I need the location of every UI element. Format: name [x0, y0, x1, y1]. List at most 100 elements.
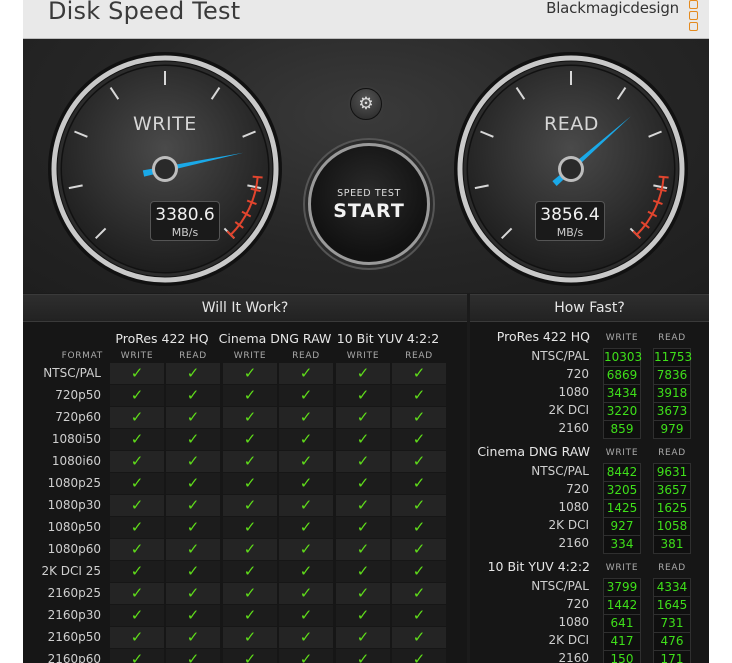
settings-button[interactable]: ⚙	[350, 88, 382, 120]
format-label: 1080i50	[51, 432, 101, 446]
compatibility-cell: ✓	[166, 495, 220, 516]
checkmark-icon: ✓	[412, 628, 426, 646]
checkmark-icon: ✓	[243, 430, 257, 448]
speed-row-label: 1080	[558, 615, 589, 629]
checkmark-icon: ✓	[412, 650, 426, 663]
write-fps-value: 3205	[603, 481, 641, 500]
checkmark-icon: ✓	[130, 606, 144, 624]
compatibility-cell: ✓	[110, 539, 164, 560]
checkmark-icon: ✓	[412, 584, 426, 602]
compatibility-cell: ✓	[166, 627, 220, 648]
checkmark-icon: ✓	[243, 584, 257, 602]
checkmark-icon: ✓	[243, 474, 257, 492]
read-fps-value: 171	[653, 650, 691, 663]
speed-row-label: 720	[566, 597, 589, 611]
column-header-read: READ	[292, 351, 320, 361]
codec-header: ProRes 422 HQ	[115, 331, 209, 346]
checkmark-icon: ✓	[356, 650, 370, 663]
brand-logo: Blackmagicdesign	[546, 0, 679, 17]
app-title: Disk Speed Test	[48, 0, 241, 25]
checkmark-icon: ✓	[356, 606, 370, 624]
checkmark-icon: ✓	[356, 540, 370, 558]
compatibility-cell: ✓	[392, 605, 446, 626]
write-fps-value: 3220	[603, 402, 641, 421]
write-speed-readout: 3380.6 MB/s	[150, 201, 220, 241]
compatibility-cell: ✓	[279, 649, 333, 663]
checkmark-icon: ✓	[412, 386, 426, 404]
app-window: Disk Speed Test Blackmagicdesign WRITE 3…	[23, 0, 709, 663]
compatibility-cell: ✓	[392, 429, 446, 450]
checkmark-icon: ✓	[130, 628, 144, 646]
write-fps-value: 334	[603, 535, 641, 554]
checkmark-icon: ✓	[243, 408, 257, 426]
read-fps-value: 3673	[653, 402, 691, 421]
column-header-read: READ	[658, 448, 686, 458]
checkmark-icon: ✓	[356, 496, 370, 514]
checkmark-icon: ✓	[299, 606, 313, 624]
compatibility-cell: ✓	[166, 517, 220, 538]
speed-group-title: 10 Bit YUV 4:2:2	[487, 559, 590, 574]
compatibility-cell: ✓	[279, 407, 333, 428]
compatibility-cell: ✓	[166, 407, 220, 428]
how-fast-title: How Fast?	[470, 295, 709, 322]
compatibility-cell: ✓	[166, 473, 220, 494]
read-fps-value: 11753	[653, 348, 692, 367]
compatibility-cell: ✓	[336, 627, 390, 648]
compatibility-cell: ✓	[166, 429, 220, 450]
checkmark-icon: ✓	[186, 430, 200, 448]
compatibility-cell: ✓	[279, 363, 333, 384]
write-speed-value: 3380.6	[155, 205, 215, 225]
column-header-write: WRITE	[346, 351, 380, 361]
compatibility-cell: ✓	[392, 583, 446, 604]
checkmark-icon: ✓	[186, 364, 200, 382]
write-fps-value: 927	[603, 517, 641, 536]
read-gauge: READ 3856.4 MB/s	[451, 49, 691, 289]
compatibility-cell: ✓	[392, 649, 446, 663]
compatibility-cell: ✓	[223, 407, 277, 428]
read-gauge-dial	[454, 52, 688, 286]
compatibility-cell: ✓	[166, 605, 220, 626]
read-speed-value: 3856.4	[540, 205, 600, 225]
compatibility-cell: ✓	[166, 649, 220, 663]
compatibility-cell: ✓	[223, 385, 277, 406]
read-fps-value: 7836	[653, 366, 691, 385]
speed-row-label: 1080	[558, 500, 589, 514]
checkmark-icon: ✓	[412, 452, 426, 470]
column-header-write: WRITE	[605, 448, 639, 458]
format-label: NTSC/PAL	[43, 366, 101, 380]
speed-group-title: Cinema DNG RAW	[477, 444, 590, 459]
write-fps-value: 10303	[603, 348, 642, 367]
start-button[interactable]: SPEED TEST START	[308, 143, 430, 265]
checkmark-icon: ✓	[356, 628, 370, 646]
read-gauge-label: READ	[544, 113, 599, 135]
compatibility-cell: ✓	[392, 561, 446, 582]
column-header-write: WRITE	[233, 351, 267, 361]
checkmark-icon: ✓	[186, 408, 200, 426]
checkmark-icon: ✓	[130, 452, 144, 470]
checkmark-icon: ✓	[243, 364, 257, 382]
read-speed-readout: 3856.4 MB/s	[535, 201, 605, 241]
write-gauge-label: WRITE	[133, 113, 197, 135]
compatibility-cell: ✓	[279, 495, 333, 516]
write-fps-value: 859	[603, 420, 641, 439]
write-hub	[155, 159, 175, 179]
column-header-read: READ	[658, 563, 686, 573]
compatibility-cell: ✓	[166, 583, 220, 604]
speed-row-label: 2160	[558, 536, 589, 550]
compatibility-cell: ✓	[279, 561, 333, 582]
compatibility-cell: ✓	[279, 473, 333, 494]
checkmark-icon: ✓	[186, 628, 200, 646]
compatibility-cell: ✓	[392, 473, 446, 494]
compatibility-cell: ✓	[336, 451, 390, 472]
start-button-caption: SPEED TEST	[337, 188, 401, 199]
checkmark-icon: ✓	[412, 496, 426, 514]
checkmark-icon: ✓	[130, 408, 144, 426]
compatibility-cell: ✓	[223, 605, 277, 626]
checkmark-icon: ✓	[299, 540, 313, 558]
compatibility-cell: ✓	[336, 363, 390, 384]
checkmark-icon: ✓	[130, 584, 144, 602]
checkmark-icon: ✓	[356, 386, 370, 404]
compatibility-cell: ✓	[110, 495, 164, 516]
compatibility-cell: ✓	[279, 451, 333, 472]
brand-logo-icon	[689, 0, 701, 31]
